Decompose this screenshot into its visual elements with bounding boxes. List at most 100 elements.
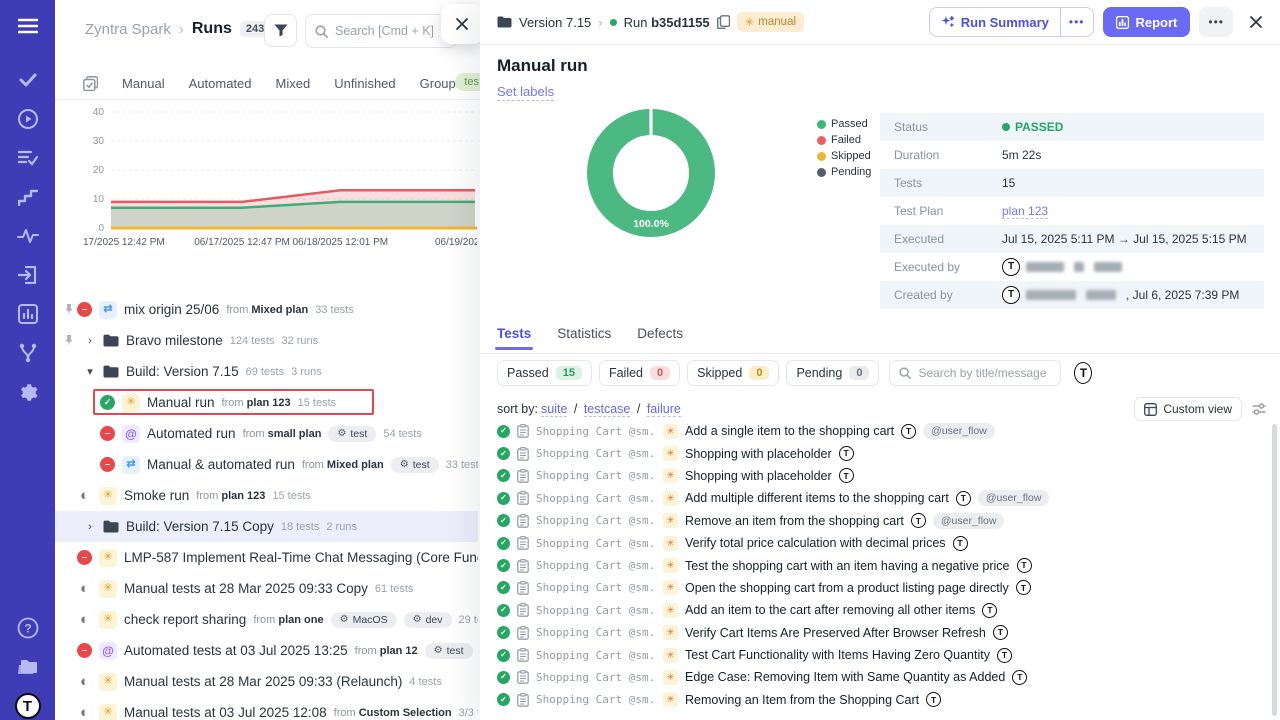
- tab-unfinished[interactable]: Unfinished: [334, 76, 395, 91]
- chevron-right-icon[interactable]: ›: [84, 335, 96, 347]
- clipboard-icon: [517, 491, 529, 505]
- test-suite: Shopping Cart @sm...: [536, 447, 656, 460]
- run-name: Automated tests at 03 Jul 2025 13:25: [124, 643, 348, 658]
- run-row[interactable]: ◐✳Smoke runfrom plan 12315 tests: [55, 480, 478, 511]
- runs-search-input[interactable]: [335, 24, 445, 38]
- sort-suite[interactable]: suite: [541, 402, 567, 417]
- import-icon[interactable]: [14, 261, 42, 289]
- set-labels-link[interactable]: Set labels: [497, 84, 554, 101]
- clipboard-icon: [517, 559, 529, 573]
- assignee-filter-avatar[interactable]: T: [1074, 362, 1092, 384]
- report-button[interactable]: Report: [1103, 7, 1191, 37]
- detail-value: 5m 22s: [1002, 148, 1041, 162]
- chevron-down-icon[interactable]: ▾: [84, 365, 96, 378]
- run-name: Automated run: [147, 426, 236, 441]
- test-row[interactable]: ✓Shopping Cart @sm...✳Edge Case: Removin…: [480, 666, 1270, 688]
- detail-label: Duration: [894, 148, 1002, 162]
- run-row[interactable]: –@Automated tests at 03 Jul 2025 13:25fr…: [55, 635, 478, 666]
- copy-icon[interactable]: [717, 15, 730, 29]
- run-summary-button[interactable]: Run Summary: [930, 15, 1060, 30]
- run-row[interactable]: ◐✳Manual tests at 28 Mar 2025 09:33 (Rel…: [55, 666, 478, 697]
- view-settings-icon[interactable]: [1252, 403, 1266, 415]
- test-row[interactable]: ✓Shopping Cart @sm...✳Verify Cart Items …: [480, 622, 1270, 644]
- clipboard-icon: [517, 514, 529, 528]
- filter-button[interactable]: [264, 14, 297, 47]
- test-row[interactable]: ✓Shopping Cart @sm...✳Removing an Item f…: [480, 689, 1270, 711]
- run-row[interactable]: –✳LMP-587 Implement Real-Time Chat Messa…: [55, 542, 478, 573]
- legend-label: Skipped: [831, 150, 871, 162]
- tests-search[interactable]: [889, 360, 1061, 386]
- tab-defects[interactable]: Defects: [637, 326, 683, 349]
- run-summary-button-group: Run Summary •••: [929, 7, 1094, 37]
- multi-select-icon[interactable]: [83, 76, 98, 91]
- projects-folder-icon[interactable]: [14, 653, 42, 681]
- detail-close-button[interactable]: [1246, 12, 1266, 32]
- panel-close-button[interactable]: [441, 4, 483, 44]
- tests-scrollbar[interactable]: [1272, 424, 1277, 716]
- run-row[interactable]: –⇄Manual & automated runfrom Mixed plan⚙…: [55, 449, 478, 480]
- custom-view-button[interactable]: Custom view: [1134, 397, 1242, 421]
- help-icon[interactable]: ?: [14, 614, 42, 642]
- test-row[interactable]: ✓Shopping Cart @sm...✳Test the shopping …: [480, 554, 1270, 576]
- tests-search-input[interactable]: [918, 366, 1048, 380]
- sort-testcase[interactable]: testcase: [584, 402, 631, 417]
- branch-icon[interactable]: [14, 339, 42, 367]
- filter-passed[interactable]: Passed15: [497, 360, 592, 386]
- test-row[interactable]: ✓Shopping Cart @sm...✳Shopping with plac…: [480, 442, 1270, 464]
- steps-icon[interactable]: [14, 183, 42, 211]
- run-row[interactable]: ›Build: Version 7.15 Copy18 tests2 runs: [55, 511, 478, 542]
- tab-automated[interactable]: Automated: [189, 76, 252, 91]
- test-title: Add multiple different items to the shop…: [685, 491, 949, 505]
- runs-search[interactable]: [305, 14, 457, 48]
- analytics-icon[interactable]: [14, 300, 42, 328]
- brand-t-logo: T: [15, 693, 41, 719]
- filter-pending[interactable]: Pending0: [786, 360, 879, 386]
- tab-mixed[interactable]: Mixed: [276, 76, 311, 91]
- tasks-icon[interactable]: [14, 66, 42, 94]
- test-author-avatar: T: [982, 603, 997, 618]
- manual-run-icon: ✳: [99, 487, 117, 505]
- checklist-icon[interactable]: [14, 144, 42, 172]
- sort-failure[interactable]: failure: [647, 402, 681, 417]
- test-row[interactable]: ✓Shopping Cart @sm...✳Add an item to the…: [480, 599, 1270, 621]
- test-plan-link[interactable]: plan 123: [1002, 204, 1048, 219]
- test-row[interactable]: ✓Shopping Cart @sm...✳Open the shopping …: [480, 577, 1270, 599]
- run-summary-more-button[interactable]: •••: [1060, 8, 1093, 36]
- test-row[interactable]: ✓Shopping Cart @sm...✳Test Cart Function…: [480, 644, 1270, 666]
- run-row[interactable]: –⇄mix origin 25/06from Mixed plan33 test…: [55, 294, 478, 325]
- burst-icon: ✳: [663, 513, 678, 528]
- run-meta: 32 runs: [281, 335, 318, 347]
- menu-icon[interactable]: [14, 12, 42, 40]
- activity-icon[interactable]: [14, 222, 42, 250]
- more-actions-button[interactable]: •••: [1199, 7, 1233, 37]
- filter-label: Skipped: [697, 366, 742, 380]
- run-row[interactable]: ›Bravo milestone124 tests32 runs: [55, 325, 478, 356]
- user-flow-tag: @user_flow: [978, 490, 1050, 506]
- settings-gear-icon[interactable]: [14, 378, 42, 406]
- tests-list: ✓Shopping Cart @sm...✳Add a single item …: [480, 420, 1270, 720]
- run-row[interactable]: ◐✳check report sharingfrom plan one⚙MacO…: [55, 604, 478, 635]
- runs-list: –⇄mix origin 25/06from Mixed plan33 test…: [55, 294, 478, 720]
- run-row[interactable]: ◐✳Manual tests at 03 Jul 2025 12:08from …: [55, 697, 478, 720]
- test-row[interactable]: ✓Shopping Cart @sm...✳Add a single item …: [480, 420, 1270, 442]
- tab-tests[interactable]: Tests: [497, 326, 531, 349]
- run-row[interactable]: ▾Build: Version 7.1569 tests3 runs: [55, 356, 478, 387]
- test-row[interactable]: ✓Shopping Cart @sm...✳Shopping with plac…: [480, 465, 1270, 487]
- run-row[interactable]: –@Automated runfrom small plan⚙test54 te…: [55, 418, 478, 449]
- version-label[interactable]: Version 7.15: [519, 15, 591, 30]
- run-play-icon[interactable]: [14, 105, 42, 133]
- test-row[interactable]: ✓Shopping Cart @sm...✳Verify total price…: [480, 532, 1270, 554]
- test-row[interactable]: ✓Shopping Cart @sm...✳Remove an item fro…: [480, 510, 1270, 532]
- test-suite: Shopping Cart @sm...: [536, 649, 656, 662]
- tab-manual[interactable]: Manual: [122, 76, 165, 91]
- run-row[interactable]: ◐✳Manual tests at 28 Mar 2025 09:33 Copy…: [55, 573, 478, 604]
- chevron-right-icon[interactable]: ›: [84, 521, 96, 533]
- redacted-name: [1026, 262, 1064, 272]
- run-row[interactable]: ✓✳Manual runfrom plan 12315 tests: [55, 387, 478, 418]
- test-row[interactable]: ✓Shopping Cart @sm...✳Add multiple diffe…: [480, 487, 1270, 509]
- filter-failed[interactable]: Failed0: [599, 360, 680, 386]
- filter-skipped[interactable]: Skipped0: [687, 360, 779, 386]
- tab-statistics[interactable]: Statistics: [557, 326, 611, 349]
- project-name[interactable]: Zyntra Spark: [85, 21, 171, 38]
- account-avatar[interactable]: T: [14, 692, 42, 720]
